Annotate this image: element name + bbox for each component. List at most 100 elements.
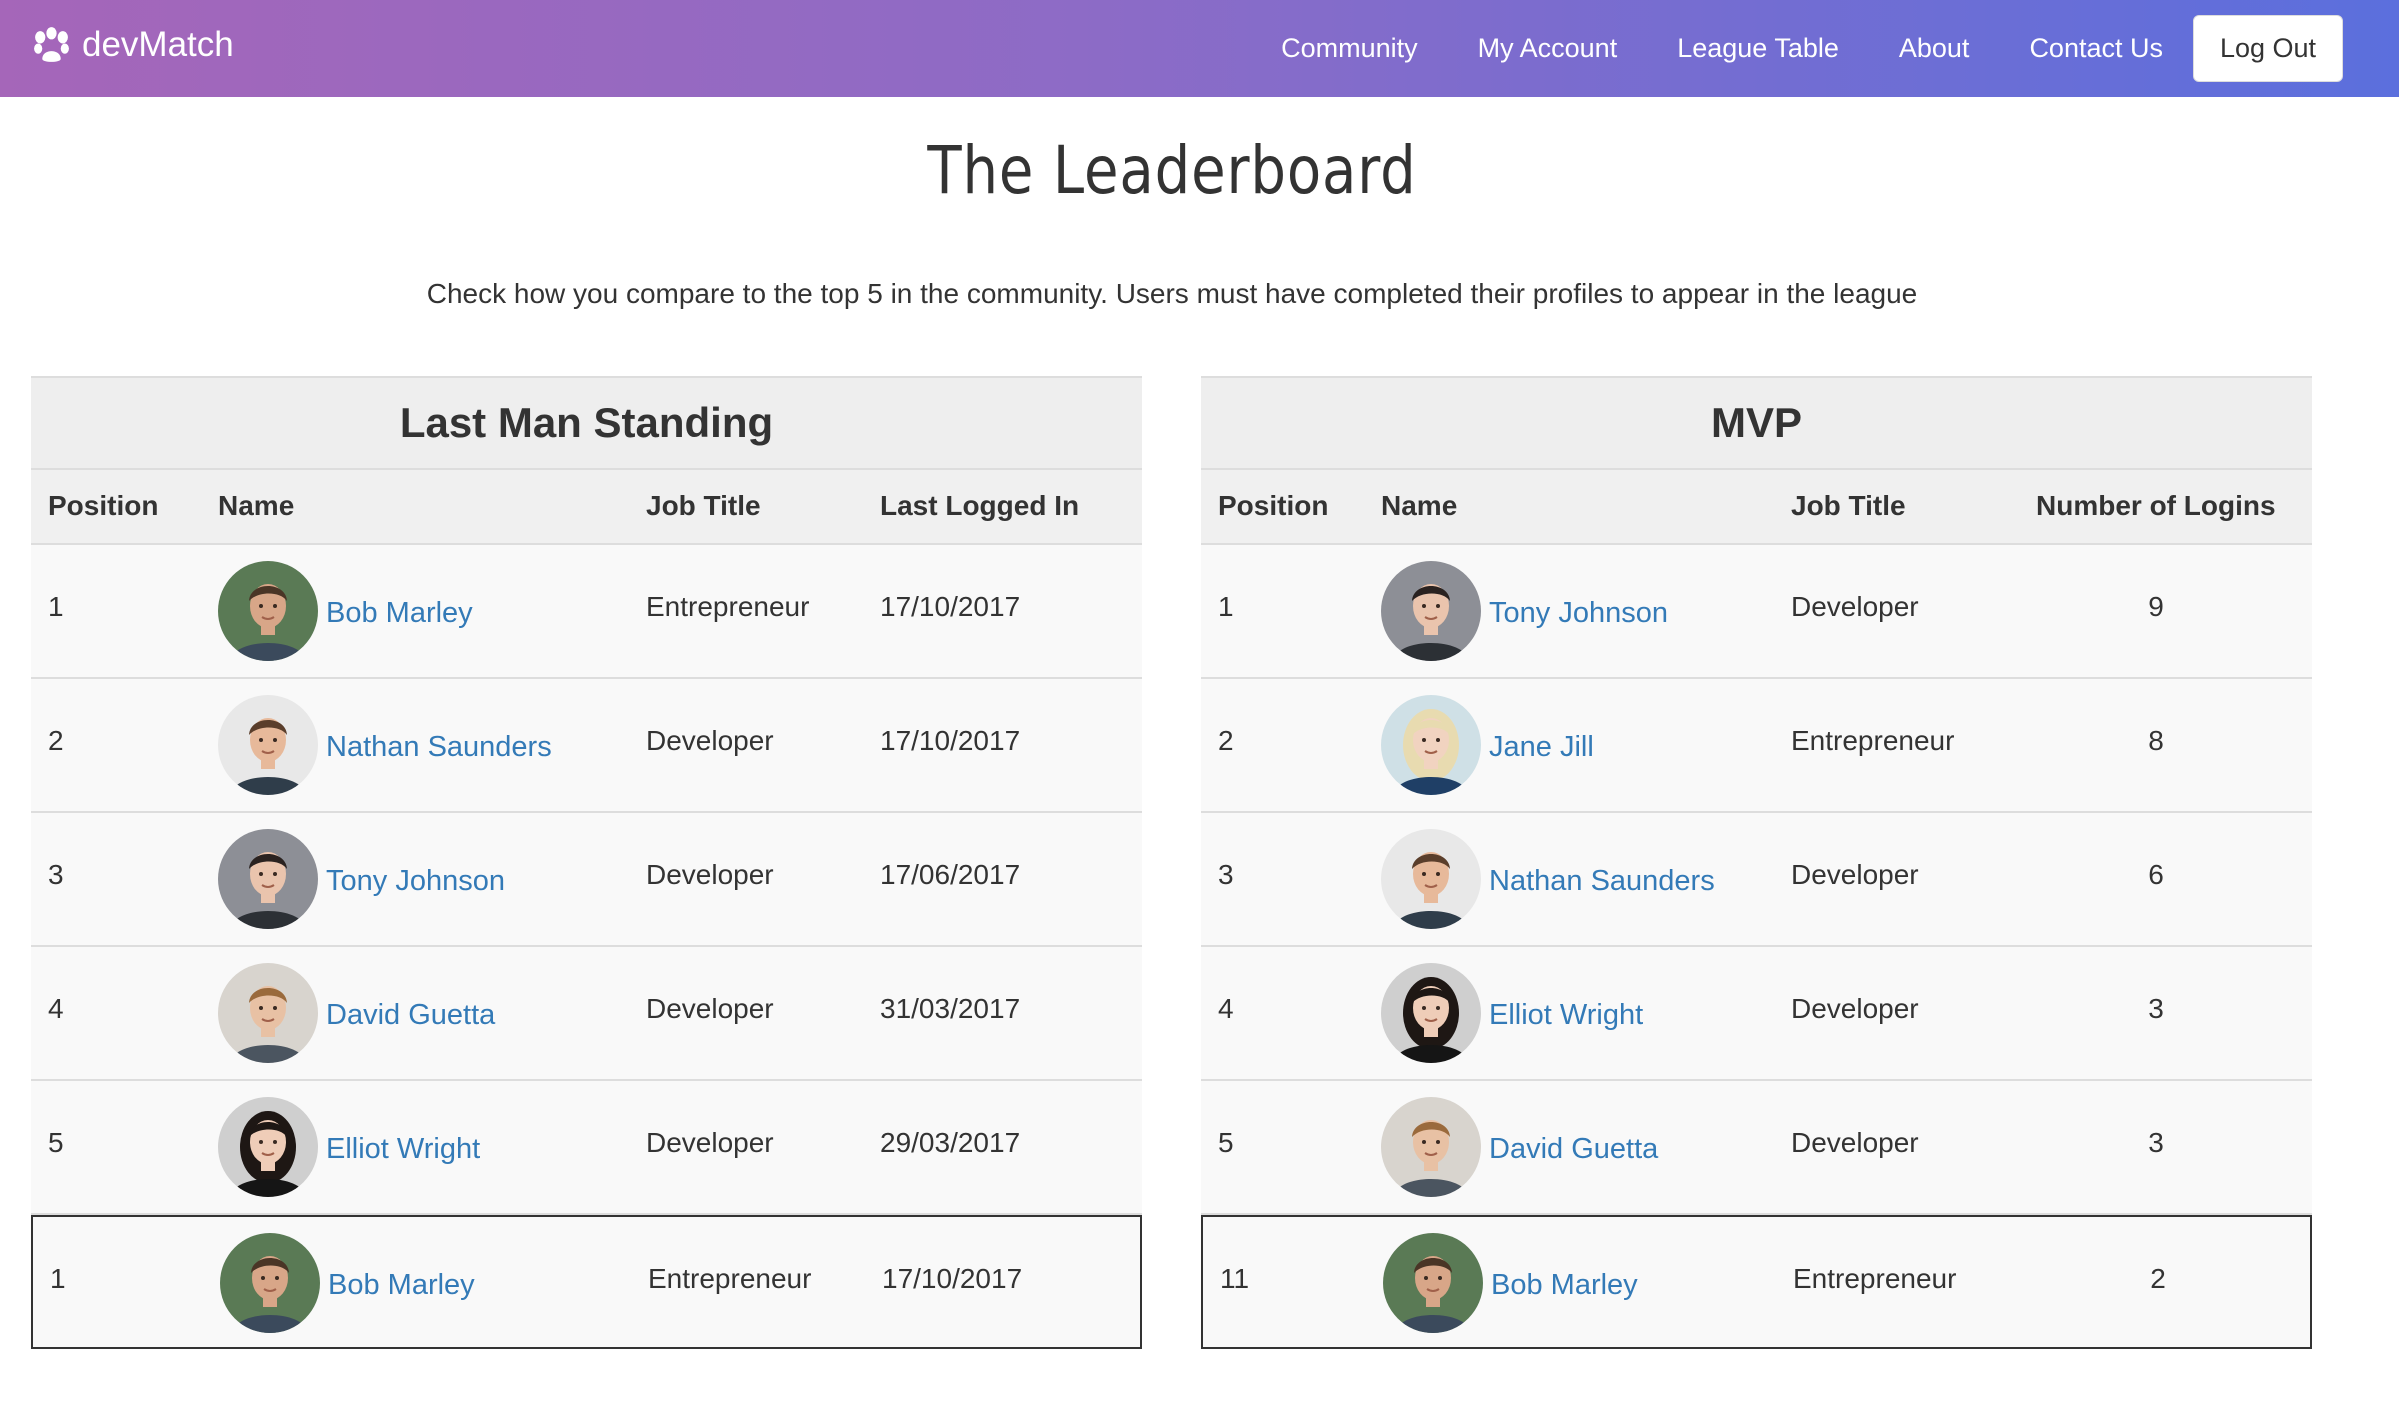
nav-link-about[interactable]: About (1899, 33, 1970, 64)
avatar[interactable] (1383, 1233, 1483, 1333)
user-link-jane-jill[interactable]: Jane Jill (1489, 731, 1594, 764)
table-row: 1 Bob Marley Entrepreneur 17/10/2017 (31, 545, 1142, 679)
cell-name: Jane Jill (1381, 695, 1594, 795)
cell-job-title: Entrepreneur (1791, 725, 1955, 756)
paw-icon (34, 27, 69, 62)
header-job-title: Job Title (1791, 490, 1906, 521)
table-row: 2 Nathan Saunders Developer 17/10/2017 (31, 679, 1142, 813)
cell-position: 5 (48, 1127, 64, 1158)
cell-value: 9 (2148, 591, 2164, 622)
table-header-row: Position Name Job Title Last Logged In (31, 470, 1142, 545)
cell-name: Bob Marley (218, 561, 473, 661)
cell-job-title: Entrepreneur (646, 591, 810, 622)
table-title: Last Man Standing (31, 376, 1142, 470)
cell-position: 1 (48, 591, 64, 622)
user-link-elliot-wright[interactable]: Elliot Wright (1489, 999, 1643, 1032)
table-row: 5 Elliot Wright Developer 29/03/2017 (31, 1081, 1142, 1215)
logout-button[interactable]: Log Out (2193, 15, 2343, 82)
nav-link-contact-us[interactable]: Contact Us (2029, 33, 2163, 64)
avatar[interactable] (1381, 829, 1481, 929)
table-row: 4 Elliot Wright Developer 3 (1201, 947, 2312, 1081)
cell-value: 2 (2150, 1263, 2166, 1294)
cell-value: 6 (2148, 859, 2164, 890)
current-user-row: 1 Bob Marley Entrepreneur 17/10/2017 (31, 1215, 1142, 1349)
avatar[interactable] (218, 829, 318, 929)
cell-name: Nathan Saunders (1381, 829, 1715, 929)
cell-position: 11 (1220, 1263, 1250, 1294)
cell-name: Tony Johnson (1381, 561, 1668, 661)
avatar[interactable] (220, 1233, 320, 1333)
cell-value: 8 (2148, 725, 2164, 756)
last-man-standing-table: Last Man Standing Position Name Job Titl… (31, 376, 1142, 1349)
avatar[interactable] (218, 561, 318, 661)
cell-name: Elliot Wright (1381, 963, 1643, 1063)
avatar[interactable] (1381, 561, 1481, 661)
cell-name: Bob Marley (1383, 1233, 1638, 1333)
table-body: 1 Tony Johnson Developer 9 2 Jane Jill E… (1201, 545, 2312, 1349)
table-row: 1 Tony Johnson Developer 9 (1201, 545, 2312, 679)
cell-value: 17/10/2017 (882, 1263, 1023, 1294)
header-name: Name (1381, 490, 1458, 521)
cell-value: 3 (2148, 993, 2164, 1024)
cell-position: 5 (1218, 1127, 1234, 1158)
user-link-elliot-wright[interactable]: Elliot Wright (326, 1133, 480, 1166)
cell-name: Bob Marley (220, 1233, 475, 1333)
cell-job-title: Developer (1791, 993, 1919, 1024)
table-row: 4 David Guetta Developer 31/03/2017 (31, 947, 1142, 1081)
avatar[interactable] (218, 963, 318, 1063)
nav-link-league-table[interactable]: League Table (1677, 33, 1839, 64)
table-header-row: Position Name Job Title Number of Logins (1201, 470, 2312, 545)
cell-position: 1 (1218, 591, 1234, 622)
nav-link-community[interactable]: Community (1281, 33, 1418, 64)
cell-position: 2 (48, 725, 64, 756)
user-link-bob-marley[interactable]: Bob Marley (328, 1269, 475, 1302)
cell-position: 3 (1218, 859, 1234, 890)
user-link-bob-marley[interactable]: Bob Marley (326, 597, 473, 630)
nav-link-my-account[interactable]: My Account (1478, 33, 1618, 64)
avatar[interactable] (218, 1097, 318, 1197)
header-job-title: Job Title (646, 490, 761, 521)
cell-position: 4 (48, 993, 64, 1024)
cell-value: 17/06/2017 (880, 859, 1021, 890)
cell-job-title: Developer (1791, 859, 1919, 890)
cell-job-title: Developer (646, 993, 774, 1024)
avatar[interactable] (1381, 1097, 1481, 1197)
user-link-nathan-saunders[interactable]: Nathan Saunders (1489, 865, 1715, 898)
cell-value: 17/10/2017 (880, 725, 1021, 756)
cell-position: 2 (1218, 725, 1234, 756)
table-row: 3 Tony Johnson Developer 17/06/2017 (31, 813, 1142, 947)
avatar[interactable] (1381, 963, 1481, 1063)
cell-job-title: Entrepreneur (1793, 1263, 1957, 1294)
cell-value: 31/03/2017 (880, 993, 1021, 1024)
cell-job-title: Entrepreneur (648, 1263, 812, 1294)
header-number-of-logins: Number of Logins (2036, 490, 2276, 521)
cell-name: David Guetta (218, 963, 495, 1063)
table-body: 1 Bob Marley Entrepreneur 17/10/2017 2 N… (31, 545, 1142, 1349)
cell-position: 3 (48, 859, 64, 890)
brand-logo[interactable]: devMatch (31, 24, 234, 65)
table-row: 2 Jane Jill Entrepreneur 8 (1201, 679, 2312, 813)
cell-name: Elliot Wright (218, 1097, 480, 1197)
nav-links: Community My Account League Table About … (1281, 0, 2399, 97)
user-link-david-guetta[interactable]: David Guetta (326, 999, 495, 1032)
user-link-david-guetta[interactable]: David Guetta (1489, 1133, 1658, 1166)
page-title: The Leaderboard (927, 132, 1417, 209)
user-link-bob-marley[interactable]: Bob Marley (1491, 1269, 1638, 1302)
header-name: Name (218, 490, 295, 521)
user-link-tony-johnson[interactable]: Tony Johnson (326, 865, 505, 898)
brand-name: devMatch (82, 24, 234, 64)
top-navbar: devMatch Community My Account League Tab… (0, 0, 2399, 97)
table-row: 3 Nathan Saunders Developer 6 (1201, 813, 2312, 947)
avatar[interactable] (218, 695, 318, 795)
cell-name: Nathan Saunders (218, 695, 552, 795)
current-user-row: 11 Bob Marley Entrepreneur 2 (1201, 1215, 2312, 1349)
header-position: Position (1218, 490, 1329, 521)
avatar[interactable] (1381, 695, 1481, 795)
user-link-tony-johnson[interactable]: Tony Johnson (1489, 597, 1668, 630)
cell-job-title: Developer (646, 859, 774, 890)
cell-job-title: Developer (646, 1127, 774, 1158)
user-link-nathan-saunders[interactable]: Nathan Saunders (326, 731, 552, 764)
header-last-logged-in: Last Logged In (880, 490, 1080, 521)
cell-job-title: Developer (1791, 1127, 1919, 1158)
mvp-table: MVP Position Name Job Title Number of Lo… (1201, 376, 2312, 1349)
